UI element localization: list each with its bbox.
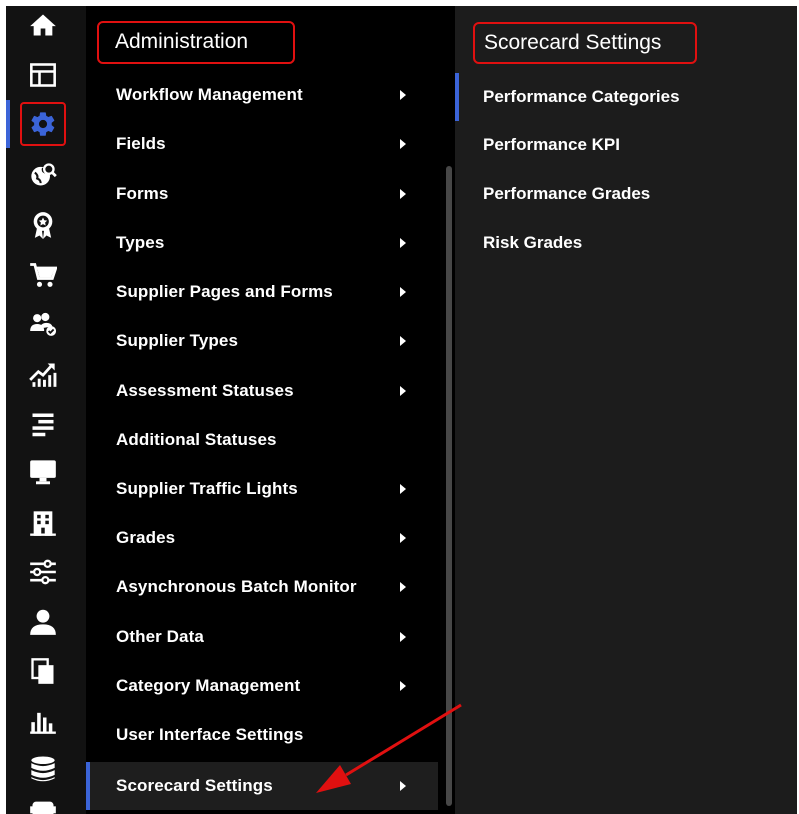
dashboard-layout-icon[interactable] (28, 60, 58, 90)
icon-rail (6, 6, 86, 814)
chevron-right-icon (400, 287, 406, 297)
submenu-item-performance-kpi[interactable]: Performance KPI (455, 123, 797, 167)
menu-item-label: Workflow Management (116, 85, 303, 104)
submenu-item-label: Risk Grades (483, 233, 583, 252)
database-icon[interactable] (28, 754, 58, 784)
menu-item-forms[interactable]: Forms (86, 172, 438, 216)
menu-item-label: Supplier Types (116, 331, 239, 350)
menu-item-other-data[interactable]: Other Data (86, 615, 438, 659)
trend-chart-icon[interactable] (28, 359, 58, 389)
users-check-icon[interactable] (28, 309, 58, 339)
chevron-right-icon (400, 386, 406, 396)
menu-item-label: Other Data (116, 627, 204, 646)
menu-item-label: Grades (116, 528, 176, 547)
menu-item-assessment-statuses[interactable]: Assessment Statuses (86, 369, 438, 413)
menu-item-label: Supplier Pages and Forms (116, 282, 333, 301)
menu-item-label: Forms (116, 184, 169, 203)
submenu-item-performance-grades[interactable]: Performance Grades (455, 172, 797, 216)
menu-item-asynchronous-batch-monitor[interactable]: Asynchronous Batch Monitor (86, 565, 438, 609)
menu-item-types[interactable]: Types (86, 221, 438, 265)
chevron-right-icon (400, 336, 406, 346)
chevron-right-icon (400, 781, 406, 791)
menu-item-label: Supplier Traffic Lights (116, 479, 298, 498)
menu-item-category-management[interactable]: Category Management (86, 664, 438, 708)
robot-icon[interactable] (28, 796, 58, 814)
menu-item-grades[interactable]: Grades (86, 516, 438, 560)
shopping-cart-icon[interactable] (28, 260, 58, 290)
menu-item-label: Asynchronous Batch Monitor (116, 577, 357, 596)
chevron-right-icon (400, 681, 406, 691)
admin-menu-scrollbar[interactable] (446, 166, 452, 806)
menu-item-label: Fields (116, 134, 166, 153)
copy-documents-icon[interactable] (28, 656, 58, 686)
menu-item-scorecard-settings[interactable]: Scorecard Settings (86, 762, 438, 810)
menu-item-additional-statuses[interactable]: Additional Statuses (86, 418, 438, 462)
align-lines-icon[interactable] (28, 409, 58, 439)
app-frame: Administration Workflow Management Field… (6, 6, 797, 814)
menu-item-label: Types (116, 233, 165, 252)
menu-item-supplier-traffic-lights[interactable]: Supplier Traffic Lights (86, 467, 438, 511)
chevron-right-icon (400, 139, 406, 149)
chevron-right-icon (400, 189, 406, 199)
user-icon[interactable] (28, 607, 58, 637)
menu-item-user-interface-settings[interactable]: User Interface Settings (86, 713, 438, 757)
menu-item-supplier-pages-and-forms[interactable]: Supplier Pages and Forms (86, 270, 438, 314)
menu-item-label: Scorecard Settings (116, 776, 273, 795)
chevron-right-icon (400, 238, 406, 248)
chevron-right-icon (400, 632, 406, 642)
gear-icon[interactable] (28, 109, 58, 139)
submenu-item-label: Performance KPI (483, 135, 620, 154)
sliders-icon[interactable] (28, 557, 58, 587)
menu-item-fields[interactable]: Fields (86, 122, 438, 166)
submenu-item-label: Performance Categories (483, 87, 680, 106)
submenu-item-label: Performance Grades (483, 184, 651, 203)
chevron-right-icon (400, 484, 406, 494)
chevron-right-icon (400, 90, 406, 100)
chevron-right-icon (400, 533, 406, 543)
home-icon[interactable] (28, 10, 58, 40)
administration-menu: Administration Workflow Management Field… (86, 6, 438, 814)
menu-item-label: Additional Statuses (116, 430, 277, 449)
award-ribbon-icon[interactable] (28, 210, 58, 240)
scorecard-settings-submenu: Scorecard Settings Performance Categorie… (455, 6, 797, 814)
menu-item-supplier-types[interactable]: Supplier Types (86, 319, 438, 363)
submenu-item-performance-categories[interactable]: Performance Categories (455, 75, 797, 119)
submenu-item-risk-grades[interactable]: Risk Grades (455, 221, 797, 265)
menu-item-label: Assessment Statuses (116, 381, 294, 400)
monitor-icon[interactable] (28, 457, 58, 487)
rail-active-indicator (6, 100, 10, 148)
menu-item-label: User Interface Settings (116, 725, 304, 744)
menu-item-workflow-management[interactable]: Workflow Management (86, 73, 438, 117)
bar-chart-icon[interactable] (28, 706, 58, 736)
globe-search-icon[interactable] (28, 160, 58, 190)
administration-heading: Administration (97, 21, 295, 64)
building-icon[interactable] (28, 508, 58, 538)
chevron-right-icon (400, 582, 406, 592)
scorecard-settings-heading: Scorecard Settings (473, 22, 697, 64)
menu-item-label: Category Management (116, 676, 301, 695)
